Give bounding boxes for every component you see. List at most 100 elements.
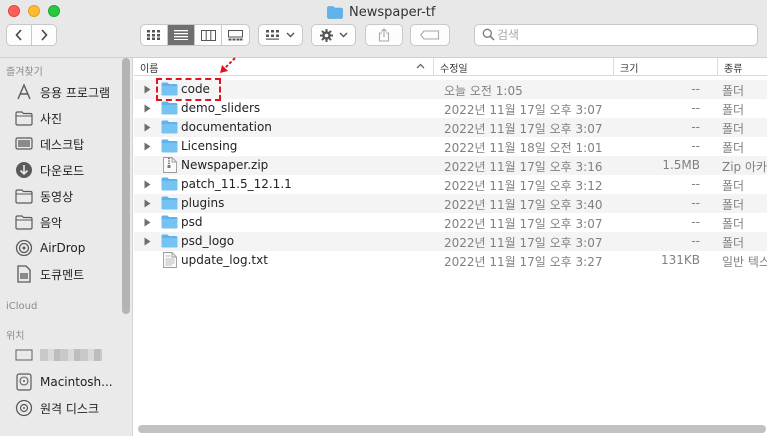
disclosure-triangle-icon[interactable] [144, 218, 151, 227]
column-header-size[interactable]: 크기 [614, 58, 718, 76]
file-size: -- [691, 82, 700, 96]
disclosure-triangle-icon[interactable] [144, 104, 151, 113]
file-kind: 일반 텍스트 [722, 255, 767, 269]
sidebar-item-label: 음악 [40, 215, 63, 230]
table-row[interactable]: demo_sliders 2022년 11월 17일 오후 3:07 -- 폴더 [134, 99, 767, 118]
text-file-icon [163, 252, 177, 268]
tag-icon [420, 30, 440, 40]
sidebar-item-label: 도큐멘트 [40, 267, 85, 282]
column-header-name[interactable]: 이름 [134, 58, 434, 76]
sidebar-item-remote-disc[interactable]: 원격 디스크 [14, 398, 99, 418]
file-size: -- [691, 101, 700, 115]
file-size: -- [691, 215, 700, 229]
sidebar-item-documents[interactable]: 도큐멘트 [14, 264, 84, 284]
zoom-window-button[interactable] [48, 5, 60, 17]
search-input[interactable] [497, 26, 752, 44]
file-name: documentation [181, 120, 272, 134]
disclosure-triangle-icon[interactable] [144, 142, 151, 151]
group-button-face [259, 25, 302, 45]
file-list: 이름 수정일 크기 종류 code 오늘 오전 1:05 -- 폴더 demo_… [134, 58, 767, 436]
sidebar-item-applications[interactable]: 응용 프로그램 [14, 82, 110, 102]
chevron-left-icon [15, 29, 22, 41]
column-header-date[interactable]: 수정일 [434, 58, 614, 76]
table-row[interactable]: code 오늘 오전 1:05 -- 폴더 [134, 80, 767, 99]
forward-button[interactable] [32, 25, 56, 45]
search-field[interactable] [474, 24, 758, 46]
window-title: Newspaper-tf [327, 3, 435, 21]
sidebar-scrollbar[interactable] [122, 58, 130, 314]
close-window-button[interactable] [8, 5, 20, 17]
tag-button[interactable] [410, 24, 450, 46]
file-kind: 폴더 [722, 198, 745, 212]
action-button-face [312, 25, 355, 45]
sidebar-item-downloads[interactable]: 다운로드 [14, 160, 84, 180]
sidebar-item-label: 다운로드 [40, 163, 85, 178]
file-name: demo_sliders [181, 101, 261, 115]
tag-button-face [411, 25, 449, 45]
share-button[interactable] [365, 24, 403, 46]
file-size: 1.5MB [662, 158, 700, 172]
file-date: 오늘 오전 1:05 [444, 84, 523, 98]
table-row[interactable]: documentation 2022년 11월 17일 오후 3:07 -- 폴… [134, 118, 767, 137]
group-menu-button[interactable] [258, 24, 303, 46]
file-kind: 폴더 [722, 84, 745, 98]
disclosure-triangle-icon[interactable] [144, 237, 151, 246]
table-row[interactable]: Newspaper.zip 2022년 11월 17일 오후 3:16 1.5M… [134, 156, 767, 175]
sidebar-item-label: 동영상 [40, 189, 74, 204]
disclosure-triangle-icon[interactable] [144, 180, 151, 189]
table-row[interactable]: update_log.txt 2022년 11월 17일 오후 3:27 131… [134, 251, 767, 270]
sidebar-item-label: 응용 프로그램 [40, 85, 111, 100]
sidebar-locations-header: 위치 [6, 331, 25, 342]
folder-icon [161, 177, 178, 191]
column-view-button[interactable] [195, 25, 222, 45]
back-button[interactable] [7, 25, 32, 45]
folder-icon [161, 215, 178, 229]
sidebar-item-label: 데스크탑 [40, 137, 85, 152]
column-header-kind[interactable]: 종류 [718, 58, 767, 76]
sidebar-item-airdrop[interactable]: AirDrop [14, 238, 85, 258]
disclosure-triangle-icon[interactable] [144, 85, 151, 94]
minimize-window-button[interactable] [28, 5, 40, 17]
table-row[interactable]: Licensing 2022년 11월 18일 오전 1:01 -- 폴더 [134, 137, 767, 156]
file-name: plugins [181, 196, 225, 210]
icon-view-button[interactable] [141, 25, 168, 45]
sidebar-item-photos[interactable]: 사진 [14, 108, 62, 128]
file-date: 2022년 11월 17일 오후 3:12 [444, 179, 603, 193]
file-name: patch_11.5_12.1.1 [181, 177, 292, 191]
annotation-arrow-icon [220, 57, 236, 73]
view-mode-selector [140, 24, 250, 46]
table-row[interactable]: psd 2022년 11월 17일 오후 3:07 -- 폴더 [134, 213, 767, 232]
grid-icon [147, 30, 160, 40]
column-header-kind-label: 종류 [724, 63, 743, 75]
action-menu-button[interactable] [311, 24, 356, 46]
sidebar: 즐겨찾기 응용 프로그램 사진 데스크탑 다운로드 동영상 음악 AirDrop… [0, 58, 133, 436]
list-icon [174, 30, 188, 40]
disclosure-triangle-icon[interactable] [144, 199, 151, 208]
file-kind: 폴더 [722, 217, 745, 231]
table-row[interactable]: psd_logo 2022년 11월 17일 오후 3:07 -- 폴더 [134, 232, 767, 251]
gallery-view-button[interactable] [222, 25, 249, 45]
column-header-size-label: 크기 [620, 63, 639, 75]
sidebar-item-music[interactable]: 음악 [14, 212, 62, 232]
file-kind: 폴더 [722, 103, 745, 117]
sidebar-item-label: Macintosh... [40, 375, 113, 389]
documents-icon [14, 264, 34, 284]
airdrop-icon [14, 238, 34, 258]
sidebar-item-desktop[interactable]: 데스크탑 [14, 134, 84, 154]
file-size: 131KB [660, 253, 700, 267]
file-date: 2022년 11월 18일 오전 1:01 [444, 141, 603, 155]
file-date: 2022년 11월 17일 오후 3:16 [444, 160, 603, 174]
sidebar-item-computer[interactable] [14, 345, 102, 365]
table-row[interactable]: plugins 2022년 11월 17일 오후 3:40 -- 폴더 [134, 194, 767, 213]
sidebar-item-movies[interactable]: 동영상 [14, 186, 73, 206]
table-row[interactable]: patch_11.5_12.1.1 2022년 11월 17일 오후 3:12 … [134, 175, 767, 194]
list-view-button[interactable] [168, 25, 195, 45]
search-icon [482, 28, 495, 41]
chevron-down-icon [339, 32, 347, 38]
sidebar-item-macintosh-hd[interactable]: Macintosh... [14, 372, 113, 392]
horizontal-scrollbar[interactable] [138, 425, 766, 433]
share-icon [378, 28, 390, 42]
file-date: 2022년 11월 17일 오후 3:07 [444, 103, 603, 117]
redacted-computer-name [40, 349, 102, 361]
disclosure-triangle-icon[interactable] [144, 123, 151, 132]
